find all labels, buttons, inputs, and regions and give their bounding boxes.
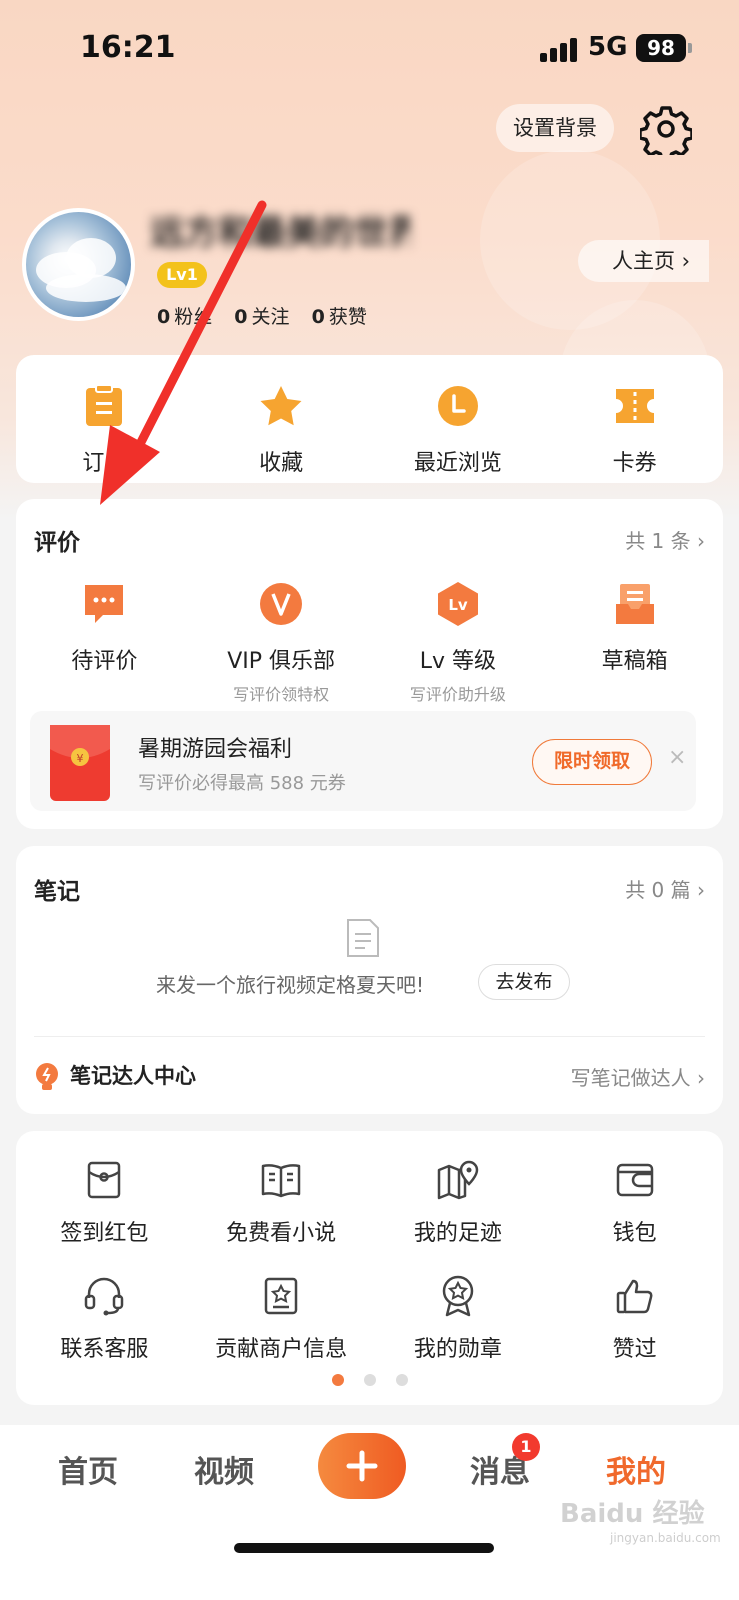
status-bar: 16:21 5G 98 xyxy=(0,0,739,100)
likes-stat[interactable]: 0 获赞 xyxy=(312,306,367,328)
nav-home[interactable]: 首页 xyxy=(58,1447,118,1491)
chat-bubble-icon xyxy=(85,585,124,623)
promo-subtitle: 写评价必得最高 588 元券 xyxy=(138,773,346,794)
quick-action-orders[interactable]: 订单 xyxy=(16,381,193,477)
watermark: Baidu 经验 xyxy=(560,1499,705,1529)
quick-action-recent[interactable]: 最近浏览 xyxy=(370,381,547,477)
red-envelope-image: ¥ xyxy=(50,725,110,801)
service-my-footprints[interactable]: 我的足迹 xyxy=(370,1155,547,1247)
shop-info-icon xyxy=(264,1277,298,1315)
svg-text:¥: ¥ xyxy=(77,752,84,765)
talent-center-title: 笔记达人中心 xyxy=(70,1064,196,1088)
star-icon xyxy=(260,386,302,426)
reviews-count-link[interactable]: 共 1 条 › xyxy=(625,525,705,554)
svg-text:Lv: Lv xyxy=(448,596,468,614)
services-card: 签到红包 免费看小说 我的足迹 钱包 联系客服 贡献商户信息 我的勋章 赞过 xyxy=(16,1131,723,1405)
review-pending[interactable]: 待评价 xyxy=(16,579,193,705)
quick-action-coupons[interactable]: 卡券 xyxy=(546,381,723,477)
talent-center-link[interactable]: 写笔记做达人 › xyxy=(571,1062,705,1091)
notes-talent-center-row[interactable]: 笔记达人中心 写笔记做达人 › xyxy=(34,1058,705,1098)
nav-me[interactable]: 我的 xyxy=(606,1447,666,1491)
battery-icon: 98 xyxy=(636,34,686,62)
status-time: 16:21 xyxy=(80,30,176,65)
battery-tip xyxy=(688,43,692,53)
service-contribute-merchant-info[interactable]: 贡献商户信息 xyxy=(193,1271,370,1363)
reviews-title: 评价 xyxy=(34,530,80,556)
home-indicator xyxy=(234,1543,494,1553)
notes-card: 笔记 共 0 篇 › 来发一个旅行视频定格夏天吧! 去发布 笔记达人中心 写笔记… xyxy=(16,846,723,1114)
service-my-medals[interactable]: 我的勋章 xyxy=(370,1271,547,1363)
service-free-novels[interactable]: 免费看小说 xyxy=(193,1155,370,1247)
quick-action-favorites[interactable]: 收藏 xyxy=(193,381,370,477)
network-label: 5G xyxy=(588,32,628,62)
plus-icon xyxy=(346,1450,378,1482)
red-packet-icon xyxy=(88,1161,121,1199)
promo-banner[interactable]: ¥ 暑期游园会福利 写评价必得最高 588 元券 限时领取 × xyxy=(30,711,696,811)
empty-note-icon xyxy=(347,919,379,957)
pager-dots xyxy=(16,1371,723,1390)
followers-stat[interactable]: 0 粉丝 xyxy=(157,306,212,328)
headset-icon xyxy=(85,1277,124,1316)
pager-dot-active[interactable] xyxy=(331,1374,344,1386)
notes-title: 笔记 xyxy=(34,879,80,905)
service-checkin-red-packet[interactable]: 签到红包 xyxy=(16,1155,193,1247)
signal-icon xyxy=(540,36,580,62)
nav-video[interactable]: 视频 xyxy=(194,1447,254,1491)
lightbulb-icon xyxy=(36,1063,58,1090)
thumbs-up-icon xyxy=(616,1279,653,1314)
wallet-icon xyxy=(616,1163,653,1197)
clock-icon xyxy=(437,386,478,426)
order-icon xyxy=(86,384,123,426)
service-liked[interactable]: 赞过 xyxy=(546,1271,723,1363)
close-icon[interactable]: × xyxy=(668,745,686,770)
drafts-icon xyxy=(615,584,654,624)
bottom-nav: 首页 视频 消息 1 我的 Baidu 经验 jingyan.baidu.com xyxy=(0,1425,739,1600)
notes-count-link[interactable]: 共 0 篇 › xyxy=(625,874,705,903)
service-wallet[interactable]: 钱包 xyxy=(546,1155,723,1247)
reviews-card: 评价 共 1 条 › 待评价 VIP 俱乐部 写评价领特权 Lv Lv 等级 写… xyxy=(16,499,723,829)
quick-actions-card: 订单 收藏 最近浏览 卡券 xyxy=(16,355,723,483)
vip-icon xyxy=(260,583,303,625)
notes-empty-text: 来发一个旅行视频定格夏天吧! xyxy=(156,973,425,997)
promo-title: 暑期游园会福利 xyxy=(138,737,293,762)
pager-dot[interactable] xyxy=(363,1374,376,1386)
following-stat[interactable]: 0 关注 xyxy=(234,306,289,328)
ticket-icon xyxy=(615,389,654,423)
level-badge[interactable]: Lv1 xyxy=(157,262,207,288)
claim-now-button[interactable]: 限时领取 xyxy=(532,739,652,785)
review-vip-club[interactable]: VIP 俱乐部 写评价领特权 xyxy=(193,579,370,705)
medal-icon xyxy=(442,1275,474,1317)
divider xyxy=(34,1036,705,1037)
messages-badge: 1 xyxy=(512,1433,540,1461)
map-pin-icon xyxy=(437,1160,479,1200)
book-icon xyxy=(261,1164,301,1198)
service-contact-support[interactable]: 联系客服 xyxy=(16,1271,193,1363)
level-icon: Lv xyxy=(437,582,478,626)
watermark-url: jingyan.baidu.com xyxy=(610,1531,721,1545)
gear-icon[interactable] xyxy=(640,103,692,155)
pager-dot[interactable] xyxy=(395,1374,408,1386)
review-drafts[interactable]: 草稿箱 xyxy=(546,579,723,705)
personal-homepage-button[interactable]: 人主页 › xyxy=(578,240,709,282)
add-post-button[interactable] xyxy=(318,1433,406,1499)
username: 远方和最美的世界 xyxy=(150,213,410,249)
publish-button[interactable]: 去发布 xyxy=(478,964,570,1000)
set-background-button[interactable]: 设置背景 xyxy=(496,104,614,152)
review-level[interactable]: Lv Lv 等级 写评价助升级 xyxy=(370,579,547,705)
profile-stats: 0 粉丝 0 关注 0 获赞 xyxy=(157,302,383,329)
avatar[interactable] xyxy=(22,208,135,321)
